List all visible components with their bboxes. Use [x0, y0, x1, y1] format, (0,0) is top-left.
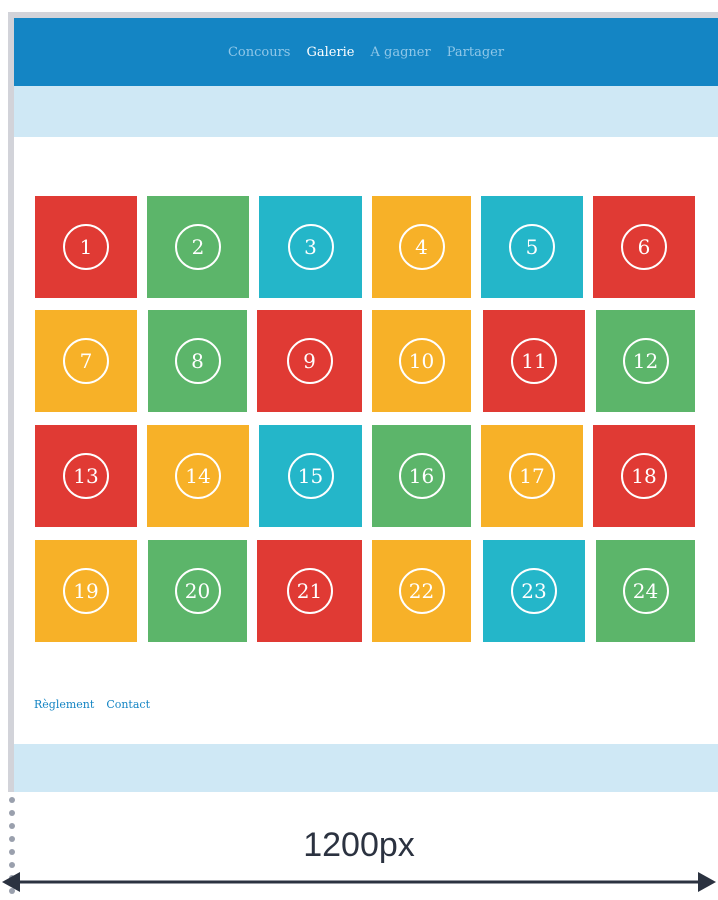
tile-number: 1	[63, 224, 109, 270]
gallery-tile[interactable]: 5	[481, 196, 583, 298]
page-frame: Concours Galerie A gagner Partager 12345…	[8, 12, 718, 792]
nav-link-a-gagner[interactable]: A gagner	[363, 45, 439, 60]
gallery-tile[interactable]: 22	[372, 540, 471, 642]
tile-number: 22	[398, 568, 445, 614]
gallery-tile[interactable]: 24	[596, 540, 695, 642]
tile-number: 10	[398, 338, 445, 384]
gallery-tile[interactable]: 2	[147, 196, 249, 298]
tile-number: 17	[509, 453, 555, 499]
gallery-tile[interactable]: 18	[593, 425, 695, 527]
footer-link-contact[interactable]: Contact	[106, 698, 150, 711]
gallery-tile[interactable]: 3	[259, 196, 362, 298]
tile-number: 21	[286, 568, 333, 614]
gallery-tile[interactable]: 8	[148, 310, 247, 412]
gallery-tile[interactable]: 17	[481, 425, 583, 527]
top-nav: Concours Galerie A gagner Partager	[14, 18, 718, 86]
tile-number: 18	[621, 453, 667, 499]
tile-number: 23	[511, 568, 557, 614]
tile-number: 12	[622, 338, 669, 384]
gallery-tile[interactable]: 9	[257, 310, 362, 412]
tile-number: 8	[174, 338, 221, 384]
gallery-tile[interactable]: 19	[35, 540, 137, 642]
tile-number: 24	[622, 568, 669, 614]
tile-number: 16	[398, 453, 445, 499]
arrow-right-head	[698, 872, 716, 892]
tile-number: 6	[621, 224, 667, 270]
width-arrow	[2, 872, 716, 892]
nav-link-concours[interactable]: Concours	[220, 45, 299, 60]
gallery-tile[interactable]: 14	[147, 425, 249, 527]
width-label: 1200px	[303, 826, 415, 864]
gallery-tile[interactable]: 15	[259, 425, 362, 527]
gallery-tile[interactable]: 13	[35, 425, 137, 527]
tile-number: 4	[398, 224, 445, 270]
nav-link-galerie[interactable]: Galerie	[298, 45, 362, 60]
tile-number: 3	[287, 224, 334, 270]
guide-dot	[9, 810, 15, 816]
arrow-left-head	[2, 872, 20, 892]
tile-number: 13	[63, 453, 109, 499]
gallery-tile[interactable]: 1	[35, 196, 137, 298]
gallery-tile[interactable]: 16	[372, 425, 471, 527]
nav-link-partager[interactable]: Partager	[439, 45, 512, 60]
footer-links: Règlement Contact	[34, 698, 150, 711]
sub-banner	[14, 86, 718, 137]
footer-link-reglement[interactable]: Règlement	[34, 698, 94, 711]
gallery-tile[interactable]: 11	[483, 310, 585, 412]
tile-number: 20	[174, 568, 221, 614]
gallery-tile[interactable]: 21	[257, 540, 362, 642]
tile-number: 5	[509, 224, 555, 270]
tile-number: 11	[511, 338, 557, 384]
gallery-tile[interactable]: 4	[372, 196, 471, 298]
gallery-tile[interactable]: 12	[596, 310, 695, 412]
tile-number: 7	[63, 338, 109, 384]
gallery-tile[interactable]: 23	[483, 540, 585, 642]
guide-dot	[9, 797, 15, 803]
gallery-tile[interactable]: 20	[148, 540, 247, 642]
gallery-tile[interactable]: 6	[593, 196, 695, 298]
tile-number: 14	[175, 453, 221, 499]
gallery-tile[interactable]: 10	[372, 310, 471, 412]
tile-number: 2	[175, 224, 221, 270]
footer-band	[14, 744, 718, 792]
gallery-tile[interactable]: 7	[35, 310, 137, 412]
tile-number: 19	[63, 568, 109, 614]
tile-number: 9	[286, 338, 333, 384]
tile-number: 15	[287, 453, 334, 499]
